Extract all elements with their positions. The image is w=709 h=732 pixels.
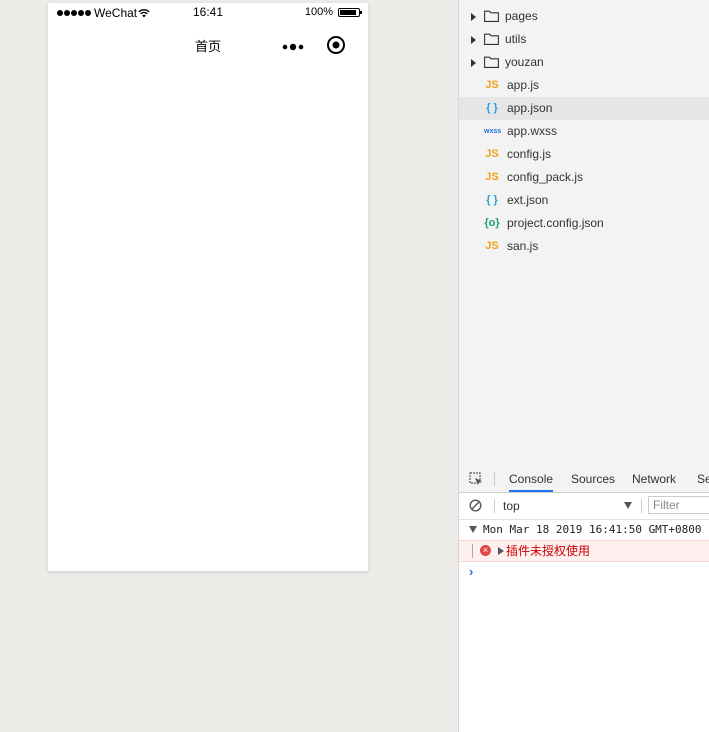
navigation-bar: 首页: [48, 23, 368, 67]
clear-console-icon[interactable]: [469, 499, 482, 512]
console-prompt[interactable]: ›: [459, 562, 709, 582]
js-file-icon: JS: [485, 148, 499, 160]
tree-item-label: app.json: [507, 101, 553, 115]
tree-file[interactable]: JS app.js: [459, 74, 709, 97]
collapse-triangle-icon[interactable]: [469, 526, 477, 533]
tree-item-label: config.js: [507, 147, 552, 161]
devtools-tab-bar: Console Sources Network Se: [459, 465, 709, 493]
tree-file[interactable]: { } app.json: [459, 97, 709, 120]
config-json-icon: {o}: [484, 217, 500, 229]
tree-item-label: utils: [505, 32, 527, 46]
tree-item-label: san.js: [507, 239, 539, 253]
json-file-icon: { }: [486, 102, 498, 114]
status-bar: WeChat 16:41 100%: [48, 3, 368, 23]
battery-status: 100%: [304, 6, 362, 18]
prompt-chevron-icon: ›: [469, 564, 474, 579]
chevron-right-icon[interactable]: [471, 59, 476, 67]
chevron-down-icon[interactable]: [624, 502, 632, 509]
more-icon[interactable]: [281, 41, 305, 53]
tree-file[interactable]: JS config.js: [459, 143, 709, 166]
console-toolbar: top Filter: [459, 493, 709, 520]
battery-percent: 100%: [304, 6, 333, 18]
tree-item-label: app.wxss: [507, 124, 558, 138]
tree-item-label: youzan: [505, 55, 544, 69]
tree-file[interactable]: wxss app.wxss: [459, 120, 709, 143]
tab-console[interactable]: Console: [509, 465, 554, 492]
tree-item-label: config_pack.js: [507, 170, 584, 184]
chevron-right-icon[interactable]: [471, 13, 476, 21]
tab-network[interactable]: Network: [632, 465, 676, 492]
toolbar-divider: [641, 499, 642, 513]
tab-sources[interactable]: Sources: [571, 465, 615, 492]
tree-item-label: pages: [505, 9, 538, 23]
js-file-icon: JS: [485, 79, 499, 91]
error-text: 插件未授权使用: [506, 544, 591, 558]
inspect-element-icon[interactable]: [469, 472, 483, 486]
context-selector[interactable]: top: [503, 499, 520, 513]
chevron-right-icon[interactable]: [471, 36, 476, 44]
js-file-icon: JS: [485, 171, 499, 183]
battery-icon: [338, 7, 362, 17]
tree-item-label: project.config.json: [507, 216, 604, 230]
tree-file[interactable]: JS san.js: [459, 235, 709, 258]
toolbar-divider: [494, 472, 495, 486]
expand-triangle-icon[interactable]: [498, 547, 504, 555]
filter-input[interactable]: Filter: [648, 496, 709, 514]
tree-item-label: app.js: [507, 78, 540, 92]
error-icon: ×: [480, 545, 491, 556]
folder-icon: [484, 10, 499, 22]
tree-folder[interactable]: pages: [459, 5, 709, 28]
json-file-icon: { }: [486, 194, 498, 206]
ide-side-panel: pages utils youzan JS app.js { } app.json wxss a…: [458, 0, 709, 732]
file-tree: pages utils youzan JS app.js { } app.json wxss a…: [459, 5, 709, 258]
wxss-file-icon: wxss: [484, 128, 502, 135]
tree-file[interactable]: { } ext.json: [459, 189, 709, 212]
tree-file[interactable]: JS config_pack.js: [459, 166, 709, 189]
toolbar-divider: [494, 499, 495, 513]
console-error-message[interactable]: × 插件未授权使用: [459, 540, 709, 562]
tree-folder[interactable]: utils: [459, 28, 709, 51]
page-title: 首页: [194, 39, 221, 54]
simulator-screen: WeChat 16:41 100% 首页: [48, 3, 368, 571]
folder-icon: [484, 33, 499, 45]
js-file-icon: JS: [485, 240, 499, 252]
console-timestamp: Mon Mar 18 2019 16:41:50 GMT+0800: [483, 523, 702, 536]
tab-security[interactable]: Se: [697, 465, 709, 492]
group-indent-line: [472, 544, 473, 558]
tree-file[interactable]: {o} project.config.json: [459, 212, 709, 235]
console-group-header[interactable]: Mon Mar 18 2019 16:41:50 GMT+0800: [459, 520, 709, 540]
close-miniprogram-icon[interactable]: [326, 35, 346, 55]
tree-item-label: ext.json: [507, 193, 549, 207]
devtools-panel: Console Sources Network Se top Filter Mo…: [459, 465, 709, 732]
folder-icon: [484, 56, 499, 68]
tree-folder[interactable]: youzan: [459, 51, 709, 74]
